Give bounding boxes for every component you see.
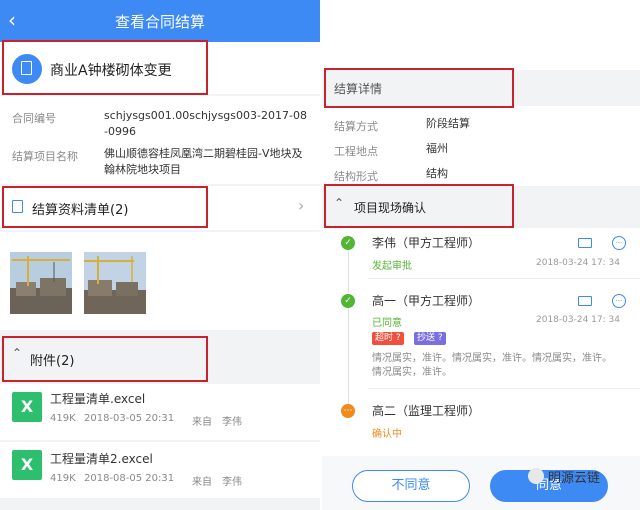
file-name[interactable]: 工程量清单.excel — [50, 390, 145, 407]
file-date: 2018-08-05 20:31 — [84, 473, 175, 484]
right-panel: 结算详情 结算方式 阶段结算 工程地点 福州 结构形式 结构 ⌃ 项目现场确认 … — [322, 0, 640, 510]
left-panel: ‹ 查看合同结算 商业A钟楼砌体变更 合同编号 schjysgs001.00sc… — [0, 0, 320, 510]
construction-photo-1[interactable] — [10, 252, 72, 314]
divider — [368, 278, 640, 279]
detail-value: 福州 — [426, 142, 448, 155]
timeline-line — [348, 246, 349, 414]
contract-item-value: 佛山顺德容桂凤凰湾二期碧桂园-V地块及翰林院地块项目 — [104, 147, 303, 176]
attachment-item[interactable] — [0, 384, 320, 440]
file-from: 李伟 — [222, 417, 242, 428]
highlight-box — [2, 40, 208, 95]
file-date: 2018-03-05 20:31 — [84, 413, 175, 424]
file-from: 李伟 — [222, 477, 242, 488]
chat-icon[interactable]: ... — [612, 236, 626, 250]
reject-button[interactable]: 不同意 — [352, 470, 470, 502]
highlight-box — [324, 68, 514, 108]
contract-no-value: schjysgs001.00schjysgs003-2017-08-0996 — [104, 109, 307, 138]
approver-name: 高一（甲方工程师） — [372, 294, 481, 308]
construction-photo-2[interactable] — [84, 252, 146, 314]
mail-icon[interactable] — [578, 296, 592, 306]
attachment-item[interactable] — [0, 442, 320, 498]
excel-file-icon: X — [12, 392, 42, 422]
overtime-tag: 超时 ? — [372, 332, 404, 345]
approval-comment-line-2: 情况属实，准许。 — [372, 367, 452, 378]
contract-no-label: 合同编号 — [12, 112, 56, 125]
mail-icon[interactable] — [578, 238, 592, 248]
approver-status: 确认中 — [372, 429, 402, 440]
approver-time: 2018-03-24 17: 34 — [536, 315, 620, 325]
chevron-right-icon[interactable]: › — [298, 196, 304, 215]
check-icon: ✓ — [341, 236, 355, 250]
file-size: 419K — [50, 413, 76, 424]
wechat-icon — [528, 468, 544, 484]
cc-tag: 抄送 ? — [414, 332, 446, 345]
highlight-box — [324, 184, 514, 228]
file-from-label: 来自 — [192, 477, 212, 488]
pending-icon: ⋯ — [341, 404, 355, 418]
approval-comment-line-1: 情况属实，准许。情况属实，准许。情况属实，准许。 — [372, 353, 612, 364]
approver-name: 李伟（甲方工程师） — [372, 236, 481, 250]
file-name[interactable]: 工程量清单2.excel — [50, 450, 153, 467]
highlight-box — [2, 336, 208, 382]
file-from-label: 来自 — [192, 417, 212, 428]
detail-value: 结构 — [426, 167, 448, 180]
file-size: 419K — [50, 473, 76, 484]
approver-name: 高二（监理工程师） — [372, 404, 481, 418]
divider — [368, 388, 640, 389]
top-nav-bar: ‹ 查看合同结算 — [0, 0, 320, 42]
check-icon: ✓ — [341, 294, 355, 308]
detail-label: 结构形式 — [334, 170, 378, 183]
detail-label: 工程地点 — [334, 145, 378, 158]
approver-status: 发起审批 — [372, 261, 412, 272]
page-title: 查看合同结算 — [114, 13, 205, 31]
chat-icon[interactable]: ... — [612, 294, 626, 308]
detail-value: 阶段结算 — [426, 117, 470, 130]
approver-time: 2018-03-24 17: 34 — [536, 258, 620, 268]
watermark-text: 明源云链 — [548, 471, 601, 486]
detail-label: 结算方式 — [334, 120, 378, 133]
highlight-box — [2, 186, 208, 228]
excel-file-icon: X — [12, 450, 42, 480]
contract-item-label: 结算项目名称 — [12, 150, 78, 163]
approver-status: 已同意 — [372, 318, 402, 329]
